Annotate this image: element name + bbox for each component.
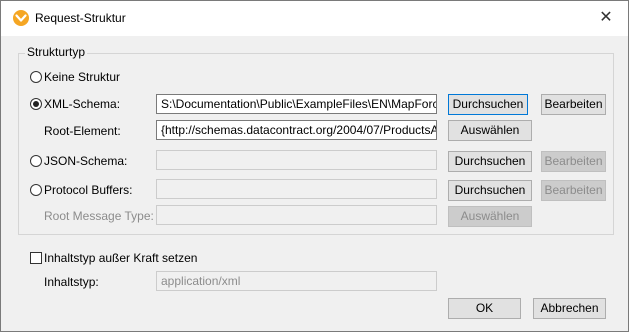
- xml-schema-edit-button[interactable]: Bearbeiten: [541, 94, 606, 115]
- mapforce-app-icon: [13, 10, 29, 26]
- root-element-field[interactable]: {http://schemas.datacontract.org/2004/07…: [156, 120, 437, 140]
- request-structure-dialog: Request-Struktur ✕ Strukturtyp Keine Str…: [0, 0, 629, 332]
- content-type-label: Inhaltstyp:: [44, 275, 99, 289]
- radio-xml-schema-label: XML-Schema:: [44, 97, 121, 111]
- content-type-field[interactable]: application/xml: [156, 271, 437, 291]
- root-message-type-select-button[interactable]: Auswählen: [448, 206, 532, 227]
- radio-protocol-buffers[interactable]: [30, 184, 42, 196]
- protocol-buffers-edit-button[interactable]: Bearbeiten: [541, 180, 606, 201]
- root-message-type-field[interactable]: [156, 205, 437, 225]
- radio-xml-schema[interactable]: [30, 98, 42, 110]
- radio-json-schema-label: JSON-Schema:: [44, 154, 128, 168]
- radio-no-structure-label: Keine Struktur: [44, 70, 121, 84]
- structure-type-label: Strukturtyp: [25, 45, 88, 59]
- radio-json-schema[interactable]: [30, 155, 42, 167]
- override-content-type-label: Inhaltstyp außer Kraft setzen: [44, 251, 198, 265]
- xml-schema-path-field[interactable]: S:\Documentation\Public\ExampleFiles\EN\…: [156, 94, 437, 114]
- close-icon[interactable]: ✕: [592, 5, 620, 31]
- protocol-buffers-path-field[interactable]: [156, 179, 437, 199]
- root-element-select-button[interactable]: Auswählen: [448, 120, 532, 141]
- dialog-title: Request-Struktur: [35, 11, 126, 25]
- json-schema-browse-button[interactable]: Durchsuchen: [448, 151, 532, 172]
- radio-no-structure[interactable]: [30, 71, 42, 83]
- root-element-label: Root-Element:: [44, 124, 121, 138]
- override-content-type-checkbox[interactable]: [30, 252, 42, 264]
- title-bar: Request-Struktur ✕: [1, 1, 628, 36]
- ok-button[interactable]: OK: [448, 298, 521, 319]
- cancel-button[interactable]: Abbrechen: [533, 298, 606, 319]
- protocol-buffers-browse-button[interactable]: Durchsuchen: [448, 180, 532, 201]
- json-schema-edit-button[interactable]: Bearbeiten: [541, 151, 606, 172]
- root-message-type-label: Root Message Type:: [44, 209, 154, 223]
- json-schema-path-field[interactable]: [156, 150, 437, 170]
- radio-protocol-buffers-label: Protocol Buffers:: [44, 183, 133, 197]
- xml-schema-browse-button[interactable]: Durchsuchen: [448, 94, 528, 115]
